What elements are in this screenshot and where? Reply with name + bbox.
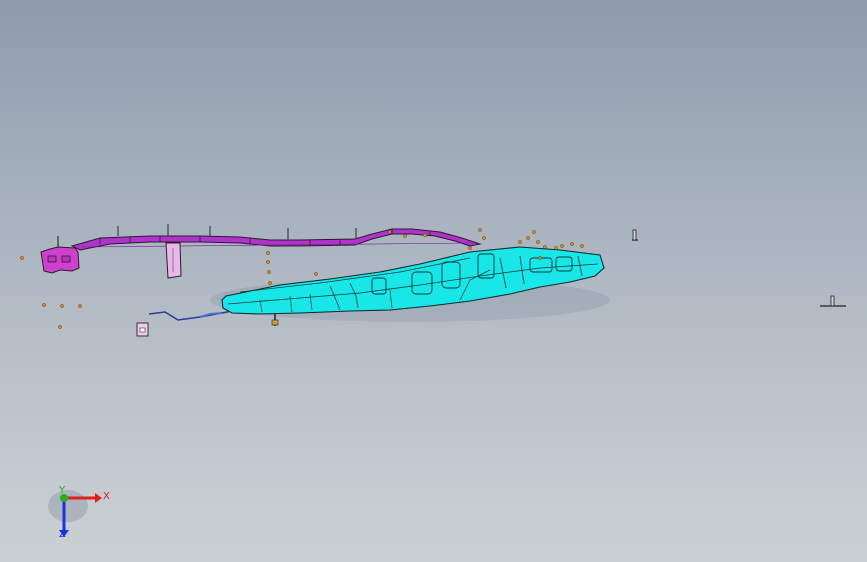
small-clip-part[interactable] <box>136 322 149 337</box>
left-bracket-part[interactable] <box>40 236 80 274</box>
frame-rail-part[interactable] <box>70 224 482 251</box>
y-axis-label: Y <box>59 485 66 496</box>
graphics-viewport[interactable]: X Y Z <box>0 0 867 562</box>
stud-part-right-upper[interactable] <box>632 229 638 241</box>
stud-part-right-lower[interactable] <box>820 295 846 307</box>
reference-triad: X Y Z <box>40 478 120 548</box>
triad-graphic <box>48 490 102 537</box>
x-axis-arrowhead <box>95 493 102 503</box>
x-axis-label: X <box>103 491 110 502</box>
hanger-bracket-part[interactable] <box>165 242 182 279</box>
z-axis-label: Z <box>59 529 66 540</box>
triad-shadow <box>48 490 88 522</box>
model-scene[interactable] <box>0 0 867 562</box>
